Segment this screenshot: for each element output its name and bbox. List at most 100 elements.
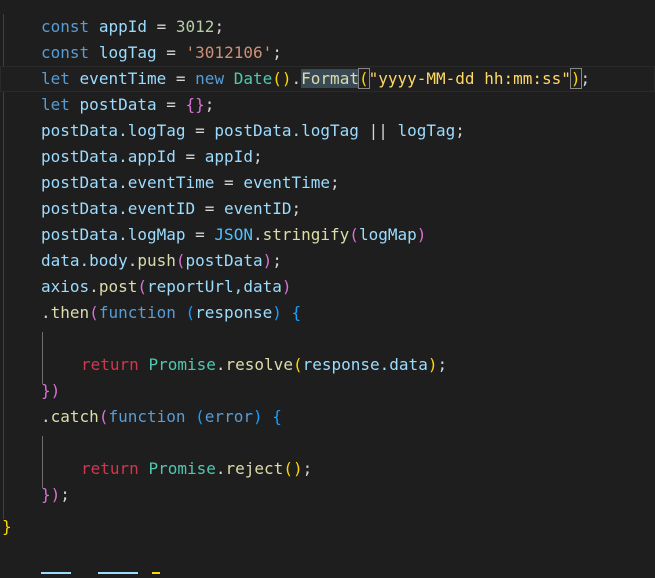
bracket: )	[252, 407, 263, 426]
code-line-16[interactable]: .catch(function (error) {	[0, 404, 655, 430]
method-name: reject	[225, 459, 284, 478]
identifier: postData	[41, 225, 119, 244]
punctuation: .	[215, 459, 226, 478]
keyword: let	[41, 95, 70, 114]
identifier: logMap	[358, 225, 417, 244]
operator: =	[166, 95, 176, 114]
property: .eventTime	[118, 173, 215, 192]
identifier: logTag	[397, 121, 456, 140]
code-line-13[interactable]	[0, 326, 655, 352]
identifier: eventTime	[243, 173, 331, 192]
string-literal: '3012106'	[185, 43, 273, 62]
bracket: ()	[272, 69, 292, 88]
property: .body	[79, 251, 128, 270]
identifier: eventTime	[79, 69, 167, 88]
code-editor[interactable]: const appId = 3012; const logTag = '3012…	[0, 0, 655, 578]
code-line-11[interactable]: axios.post(reportUrl,data)	[0, 274, 655, 300]
punctuation: ;	[330, 173, 340, 192]
method-name: catch	[50, 407, 99, 426]
punctuation: .	[127, 251, 138, 270]
identifier: postData	[214, 121, 292, 140]
identifier: axios	[41, 277, 90, 296]
method-name: push	[137, 251, 176, 270]
class-name: Promise	[148, 459, 216, 478]
bracket: (	[349, 225, 359, 244]
code-line-19[interactable]: });	[0, 482, 655, 508]
operator: =	[195, 121, 205, 140]
code-line-14[interactable]: return Promise.resolve(response.data);	[0, 352, 655, 378]
operator: =	[204, 199, 215, 218]
bracket: (	[137, 277, 147, 296]
identifier: logTag	[98, 43, 157, 62]
code-line-5[interactable]: postData.logTag = postData.logTag || log…	[0, 118, 655, 144]
identifier: appId	[204, 147, 253, 166]
punctuation: ;	[60, 485, 70, 504]
operator: ||	[368, 121, 388, 140]
bracket: )	[416, 225, 427, 244]
keyword-return: return	[81, 459, 139, 478]
code-line-8[interactable]: postData.eventID = eventID;	[0, 196, 655, 222]
code-line-10[interactable]: data.body.push(postData);	[0, 248, 655, 274]
punctuation: ;	[272, 251, 282, 270]
keyword: const	[41, 17, 90, 36]
identifier: postData	[185, 251, 263, 270]
code-line-6[interactable]: postData.appId = appId;	[0, 144, 655, 170]
class-name: Promise	[148, 355, 216, 374]
parameter: response	[195, 303, 273, 322]
selected-method[interactable]: Format	[301, 69, 359, 88]
bracket: (	[89, 303, 99, 322]
punctuation: ;	[204, 95, 215, 114]
keyword: function	[108, 407, 186, 426]
code-line-9[interactable]: postData.logMap = JSON.stringify(logMap)	[0, 222, 655, 248]
punctuation: ;	[252, 147, 263, 166]
code-line-20[interactable]: }	[0, 514, 655, 540]
identifier: postData	[41, 121, 119, 140]
punctuation: .	[291, 69, 302, 88]
closing-brackets: })	[41, 485, 61, 504]
property: .data	[379, 355, 428, 374]
bracket: )	[262, 251, 273, 270]
punctuation: .	[41, 407, 51, 426]
keyword: const	[41, 43, 90, 62]
punctuation: ;	[437, 355, 448, 374]
punctuation: ;	[214, 17, 225, 36]
code-line-2[interactable]: const logTag = '3012106';	[0, 40, 655, 66]
class-name: Date	[233, 69, 273, 88]
code-line-15[interactable]: })	[0, 378, 655, 404]
partial-line-fragment	[152, 572, 160, 574]
identifier: postData	[41, 199, 119, 218]
code-line-4[interactable]: let postData = {};	[0, 92, 655, 118]
method-name: then	[50, 303, 90, 322]
code-line-1[interactable]: const appId = 3012;	[0, 14, 655, 40]
identifier: appId	[98, 17, 147, 36]
matching-bracket: (	[357, 68, 370, 89]
keyword: new	[195, 69, 225, 88]
bracket: (	[292, 355, 303, 374]
matching-bracket: )	[569, 68, 582, 89]
property: .logTag	[118, 121, 186, 140]
punctuation: ;	[455, 121, 465, 140]
punctuation: ;	[291, 199, 302, 218]
punctuation: .	[252, 225, 263, 244]
punctuation: .	[41, 303, 51, 322]
punctuation: ;	[302, 459, 313, 478]
punctuation: .	[89, 277, 99, 296]
code-line-18[interactable]: return Promise.reject();	[0, 456, 655, 482]
global-object: JSON	[214, 225, 253, 244]
bracket: {}	[185, 95, 205, 114]
code-line-17[interactable]	[0, 430, 655, 456]
keyword: function	[98, 303, 176, 322]
punctuation: ;	[580, 69, 591, 88]
bracket: {	[291, 303, 302, 322]
closing-brackets: })	[41, 381, 61, 400]
property: .eventID	[118, 199, 196, 218]
identifier: postData	[79, 95, 157, 114]
code-line-3-current[interactable]: let eventTime = new Date().Format("yyyy-…	[0, 66, 655, 92]
number-literal: 3012	[175, 17, 215, 36]
bracket: )	[272, 303, 282, 322]
code-line-7[interactable]: postData.eventTime = eventTime;	[0, 170, 655, 196]
operator: =	[175, 69, 186, 88]
bracket: (	[98, 407, 109, 426]
code-line-12[interactable]: .then(function (response) {	[0, 300, 655, 326]
operator: =	[166, 43, 176, 62]
